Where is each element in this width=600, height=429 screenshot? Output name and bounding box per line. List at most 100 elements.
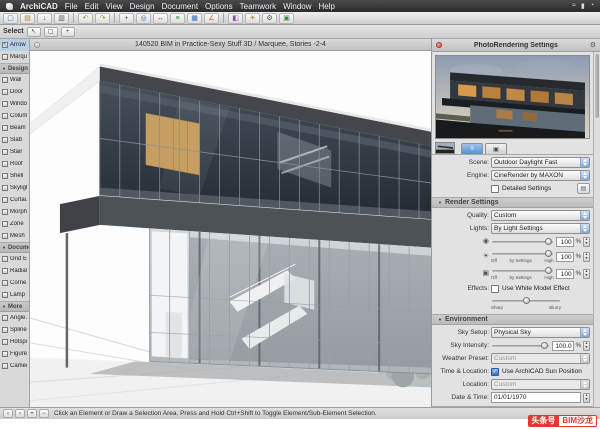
tool-roof[interactable]: Roof <box>0 158 29 170</box>
quality-dropdown[interactable]: Custom <box>491 210 590 221</box>
zoom-button[interactable]: ◎ <box>136 13 151 24</box>
nav-next-button[interactable]: › <box>15 409 25 418</box>
scene-dropdown[interactable]: Outdoor Daylight Fast <box>491 157 590 168</box>
clock-icon[interactable]: ◔ <box>590 2 594 10</box>
scrollbar-thumb[interactable] <box>595 54 599 118</box>
stepper[interactable]: ▲▼ <box>583 269 590 279</box>
grid-snap-button[interactable]: ▦ <box>187 13 202 24</box>
menu-window[interactable]: Window <box>283 2 311 11</box>
lamp-intensity-slider[interactable] <box>491 237 554 246</box>
toolbox-section-more[interactable]: ▼More <box>0 301 29 312</box>
stepper[interactable]: ▲▼ <box>583 237 590 247</box>
pan-button[interactable]: + <box>119 13 134 24</box>
tool-column[interactable]: Column <box>0 110 29 122</box>
engine-dropdown[interactable]: CineRender by MAXON <box>491 170 590 181</box>
menu-document[interactable]: Document <box>162 2 198 11</box>
tool-door[interactable]: Door <box>0 86 29 98</box>
open-file-button[interactable]: ▤ <box>20 13 35 24</box>
environment-section-header[interactable]: ▼ Environment <box>432 314 600 325</box>
drawing-canvas[interactable] <box>30 51 431 407</box>
save-button[interactable]: ↓ <box>37 13 52 24</box>
new-file-button[interactable]: ▢ <box>3 13 18 24</box>
tool-camera[interactable]: Camera <box>0 360 29 372</box>
tool-slab[interactable]: Slab <box>0 134 29 146</box>
menu-teamwork[interactable]: Teamwork <box>240 2 276 11</box>
3d-view-button[interactable]: ◧ <box>228 13 243 24</box>
undo-button[interactable]: ↶ <box>78 13 93 24</box>
tool-lamp[interactable]: Lamp <box>0 289 29 301</box>
tool-morph[interactable]: Morph <box>0 206 29 218</box>
sky-setup-dropdown[interactable]: Physical Sky <box>491 327 590 338</box>
tool-window[interactable]: Window <box>0 98 29 110</box>
slider-thumb[interactable] <box>541 342 548 349</box>
settings-button[interactable]: ⚙ <box>262 13 277 24</box>
crosshair-mode-button[interactable]: + <box>61 27 75 37</box>
redo-button[interactable]: ↷ <box>95 13 110 24</box>
detailed-settings-checkbox[interactable]: Detailed Settings <box>491 185 575 193</box>
tool-zone[interactable]: Zone <box>0 218 29 230</box>
zoom-out-button[interactable]: − <box>39 409 49 418</box>
datetime-field[interactable]: 01/01/1970 <box>491 392 581 403</box>
render-button[interactable]: ☀ <box>245 13 260 24</box>
marquee-mode-button[interactable]: ▢ <box>44 27 58 37</box>
menu-archicad[interactable]: ArchiCAD <box>20 2 58 11</box>
tab-render-settings[interactable]: ≡ <box>461 143 483 154</box>
tool-angle-dimension[interactable]: Angle... <box>0 312 29 324</box>
tool-corner-window[interactable]: Corne... <box>0 277 29 289</box>
sun-intensity-slider[interactable]: Offby SettingsHigh <box>491 249 554 264</box>
effect-strength-slider[interactable]: SharpBlurry <box>491 296 561 311</box>
tool-marquee[interactable]: Marquee <box>0 51 29 63</box>
render-thumbnail[interactable] <box>435 142 455 154</box>
wifi-icon[interactable]: ≈ <box>572 2 576 10</box>
white-model-checkbox[interactable]: Use White Model Effect <box>491 285 590 293</box>
slider-thumb[interactable] <box>545 250 552 257</box>
close-icon[interactable] <box>436 42 442 48</box>
slider-thumb[interactable] <box>545 238 552 245</box>
print-button[interactable]: ▥ <box>54 13 69 24</box>
tool-radial-dimension[interactable]: Radial... <box>0 265 29 277</box>
location-dropdown[interactable]: Custom <box>491 379 590 390</box>
stepper[interactable]: ▲▼ <box>583 341 590 351</box>
tool-mesh[interactable]: Mesh <box>0 230 29 242</box>
palette-scrollbar[interactable] <box>593 52 600 407</box>
ambient-intensity-slider[interactable]: Offby SettingsHigh <box>491 266 554 281</box>
tool-shell[interactable]: Shell <box>0 170 29 182</box>
menu-edit[interactable]: Edit <box>85 2 99 11</box>
render-settings-section-header[interactable]: ▼ Render Settings <box>432 197 600 208</box>
layers-button[interactable]: ≡ <box>170 13 185 24</box>
tool-figure[interactable]: Figure <box>0 348 29 360</box>
tool-beam[interactable]: Beam <box>0 122 29 134</box>
menu-design[interactable]: Design <box>130 2 155 11</box>
camera-button[interactable]: ▣ <box>279 13 294 24</box>
tab-preview-image[interactable]: ▣ <box>485 143 507 154</box>
menu-file[interactable]: File <box>65 2 78 11</box>
window-widget-icon[interactable] <box>34 42 40 48</box>
menu-help[interactable]: Help <box>319 2 335 11</box>
stepper[interactable]: ▲▼ <box>583 252 590 262</box>
tool-curtain-wall[interactable]: Curtai... <box>0 194 29 206</box>
sky-intensity-slider[interactable] <box>491 341 550 350</box>
tool-spline[interactable]: Spline <box>0 324 29 336</box>
lights-dropdown[interactable]: By Light Settings <box>491 223 590 234</box>
tool-grid-element[interactable]: Grid El... <box>0 253 29 265</box>
tool-skylight[interactable]: Skylight <box>0 182 29 194</box>
viewport-title-bar[interactable]: 140520 BIM in Practice-Sexy Stuff 3D / M… <box>30 39 431 51</box>
palette-title-bar[interactable]: PhotoRendering Settings ⚙ <box>432 39 600 52</box>
sun-position-checkbox[interactable]: ✓ Use ArchiCAD Sun Position <box>491 368 590 376</box>
guide-lines-button[interactable]: ∠ <box>204 13 219 24</box>
lamp-intensity-field[interactable]: 100 <box>556 237 574 247</box>
arrow-mode-button[interactable]: ↖ <box>27 27 41 37</box>
sun-intensity-field[interactable]: 100 <box>556 252 574 262</box>
ambient-intensity-field[interactable]: 100 <box>556 269 574 279</box>
fit-view-button[interactable]: ↔ <box>153 13 168 24</box>
weather-preset-dropdown[interactable]: Custom <box>491 353 590 364</box>
gear-icon[interactable]: ⚙ <box>590 41 596 49</box>
zoom-in-button[interactable]: + <box>27 409 37 418</box>
tool-hotspot[interactable]: Hotspot <box>0 336 29 348</box>
battery-icon[interactable]: ▮ <box>581 2 585 10</box>
sky-intensity-field[interactable]: 100.0 <box>552 341 574 351</box>
slider-thumb[interactable] <box>523 297 530 304</box>
menu-view[interactable]: View <box>105 2 122 11</box>
detailed-settings-button[interactable]: ▤ <box>577 183 590 194</box>
toolbox-section-design[interactable]: ▼Design <box>0 63 29 74</box>
